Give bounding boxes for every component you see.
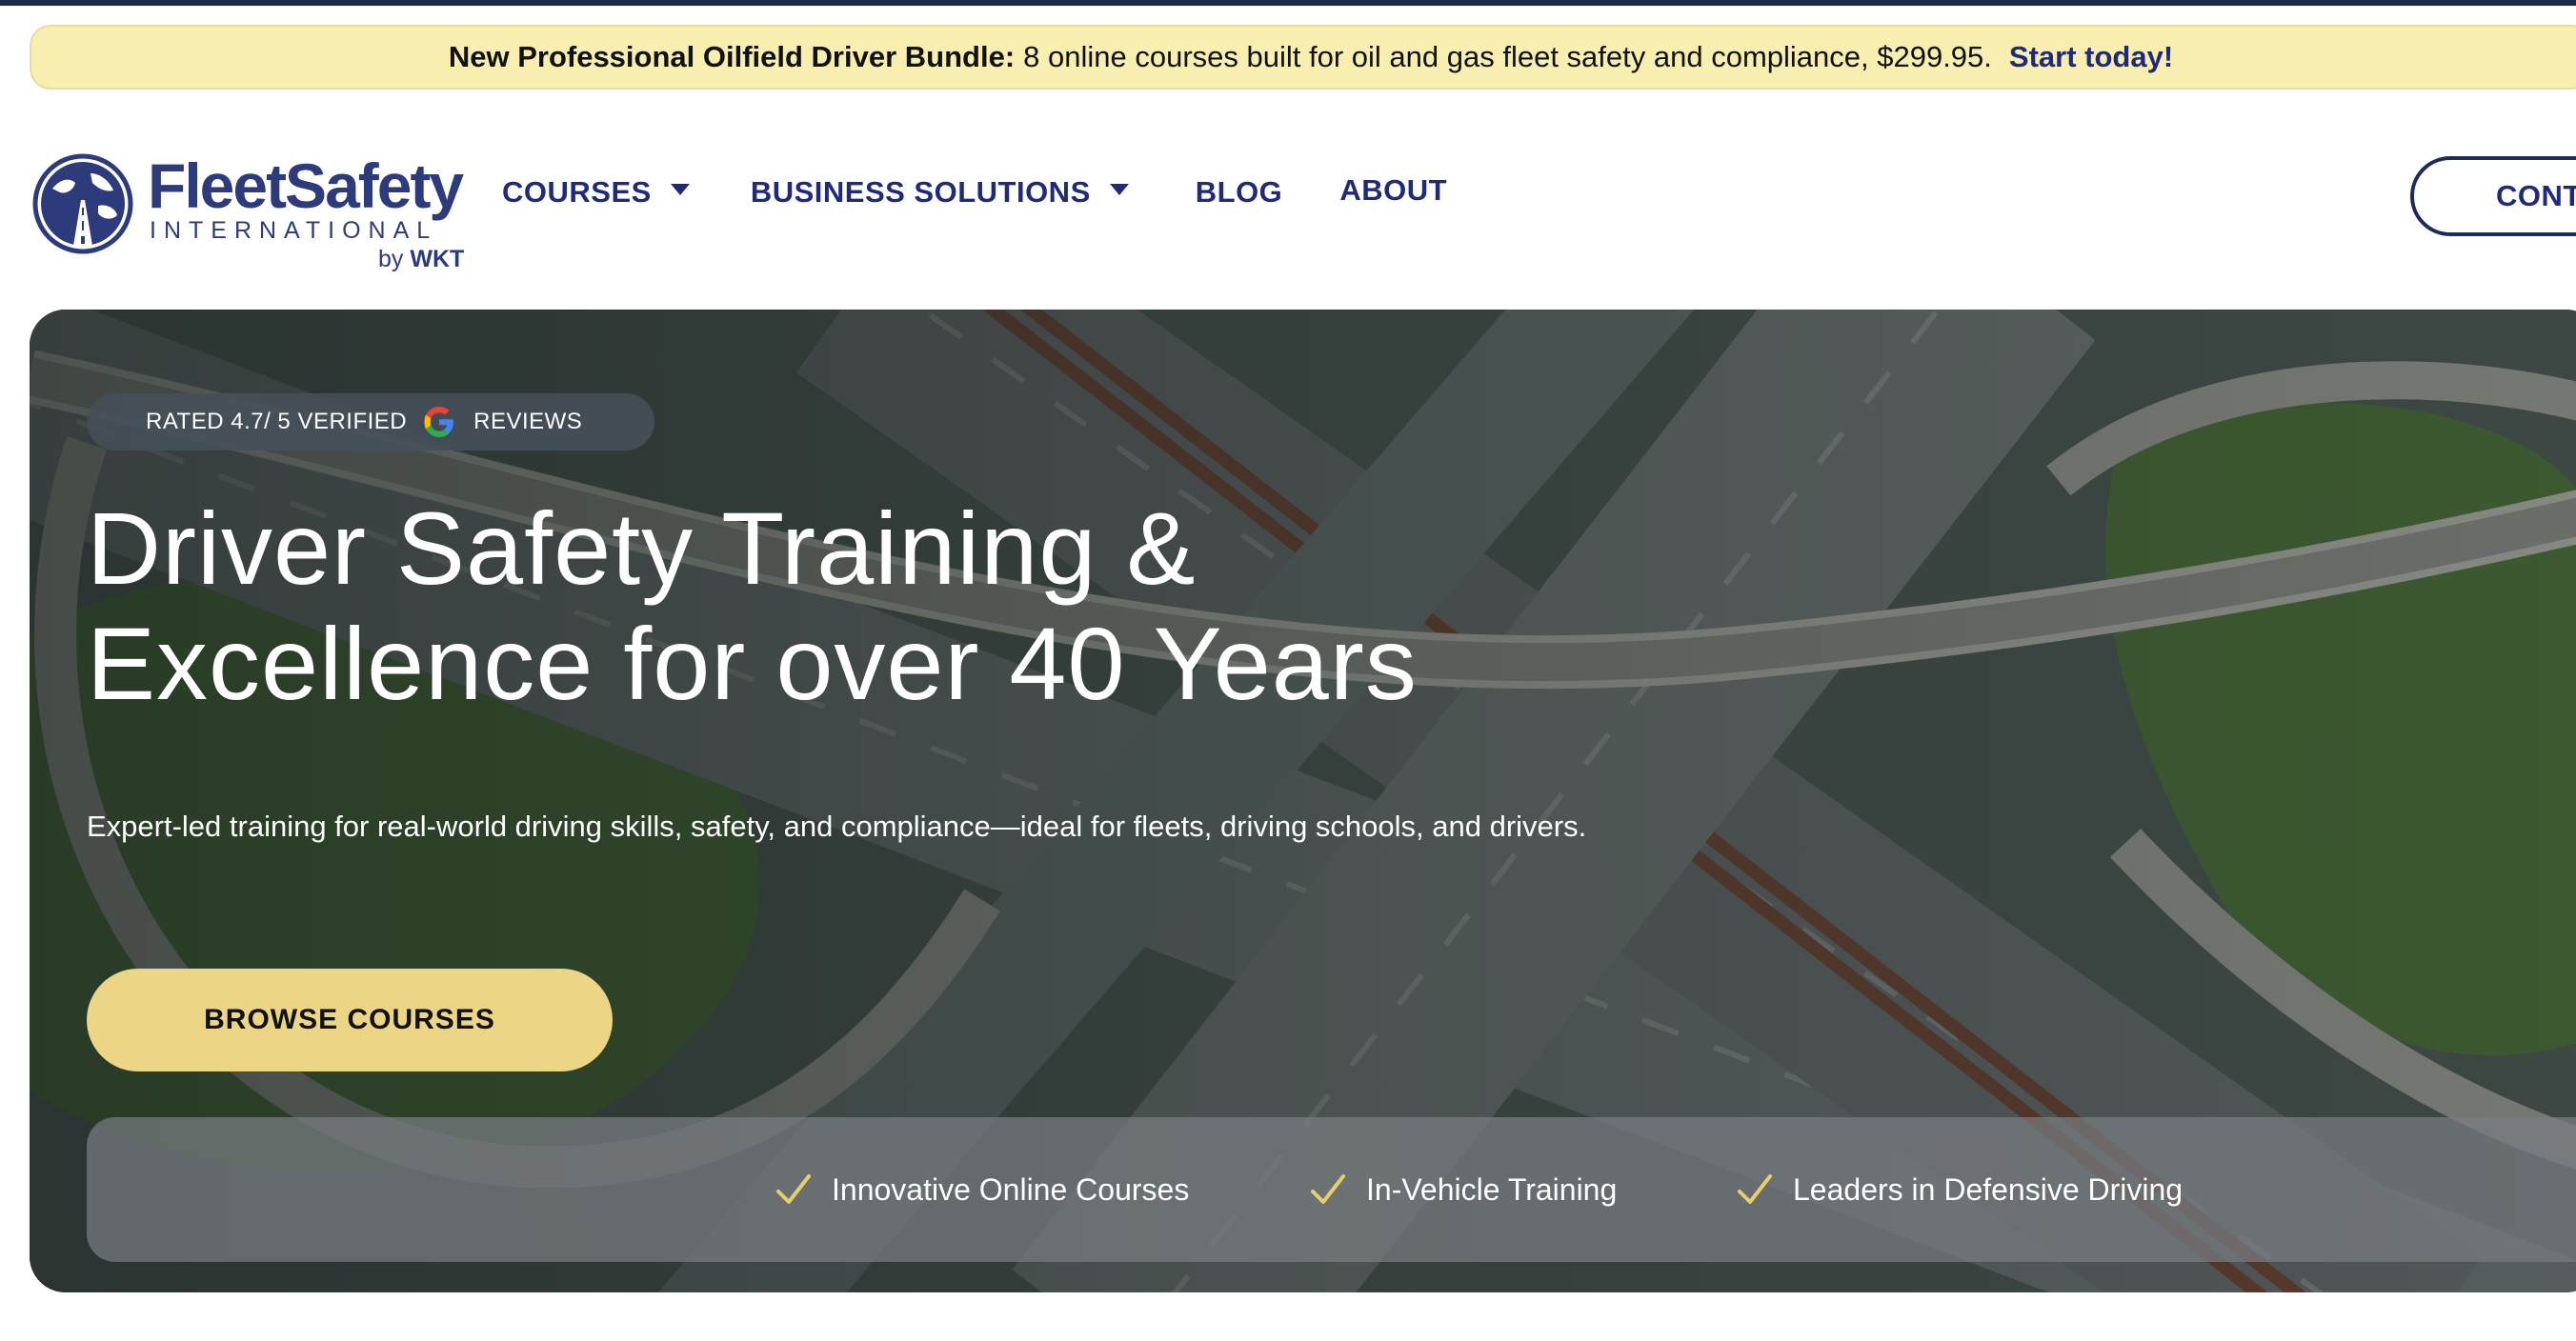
brand-logo[interactable]: FleetSafety INTERNATIONAL by WKT <box>31 133 479 276</box>
brand-by-prefix: by <box>378 246 404 272</box>
feature-item: In-Vehicle Training <box>1309 1117 1617 1262</box>
caret-down-icon <box>1109 184 1129 195</box>
promo-cta-link[interactable]: Start today! <box>2009 40 2173 74</box>
nav-about[interactable]: ABOUT <box>1339 173 1447 208</box>
nav-courses-label: COURSES <box>502 175 652 209</box>
check-icon <box>1738 1174 1772 1204</box>
feature-label: Innovative Online Courses <box>832 1171 1190 1207</box>
site-header: FleetSafety INTERNATIONAL by WKT COURSES… <box>0 114 2576 271</box>
brand-subtitle: INTERNATIONAL <box>150 217 438 244</box>
nav-business-label: BUSINESS SOLUTIONS <box>750 175 1091 209</box>
rating-badge: RATED 4.7/ 5 VERIFIED REVIEWS <box>87 393 654 450</box>
hero-title-line2: Excellence for over 40 Years <box>87 606 1418 721</box>
top-rule <box>0 0 2576 6</box>
feature-item: Leaders in Defensive Driving <box>1736 1117 2183 1262</box>
check-icon <box>1311 1174 1345 1204</box>
nav-blog[interactable]: BLOG <box>1196 175 1283 210</box>
nav-courses[interactable]: COURSES <box>502 175 690 210</box>
nav-blog-label: BLOG <box>1195 175 1283 209</box>
browse-courses-button[interactable]: BROWSE COURSES <box>87 969 613 1071</box>
features-bar: Innovative Online Courses In-Vehicle Tra… <box>87 1117 2576 1262</box>
contact-button[interactable]: CONT <box>2410 156 2576 236</box>
main-nav: COURSES BUSINESS SOLUTIONS BLOG ABOUT <box>502 173 1447 210</box>
brand-by: by WKT <box>378 248 464 271</box>
google-g-icon <box>424 407 454 437</box>
nav-business-solutions[interactable]: BUSINESS SOLUTIONS <box>751 175 1129 210</box>
feature-label: In-Vehicle Training <box>1366 1171 1618 1207</box>
nav-about-label: ABOUT <box>1339 173 1448 207</box>
feature-item: Innovative Online Courses <box>775 1117 1189 1262</box>
promo-lead: New Professional Oilfield Driver Bundle: <box>448 40 1016 73</box>
hero-section: RATED 4.7/ 5 VERIFIED REVIEWS Driver Saf… <box>30 310 2576 1292</box>
check-icon <box>776 1174 811 1204</box>
hero-description: Expert-led training for real-world drivi… <box>87 810 1587 843</box>
rating-text-left: RATED 4.7/ 5 VERIFIED <box>146 409 408 434</box>
caret-down-icon <box>670 184 690 195</box>
brand-name: FleetSafety <box>148 150 464 221</box>
promo-banner[interactable]: New Professional Oilfield Driver Bundle:… <box>30 25 2576 90</box>
hero-title: Driver Safety Training & Excellence for … <box>87 490 1516 721</box>
feature-label: Leaders in Defensive Driving <box>1793 1171 2184 1207</box>
brand-by-company: WKT <box>410 246 465 272</box>
globe-road-icon <box>32 153 133 254</box>
promo-text: 8 online courses built for oil and gas f… <box>1023 40 1992 73</box>
hero-title-line1: Driver Safety Training & <box>87 490 1197 606</box>
rating-text-right: REVIEWS <box>473 409 583 434</box>
